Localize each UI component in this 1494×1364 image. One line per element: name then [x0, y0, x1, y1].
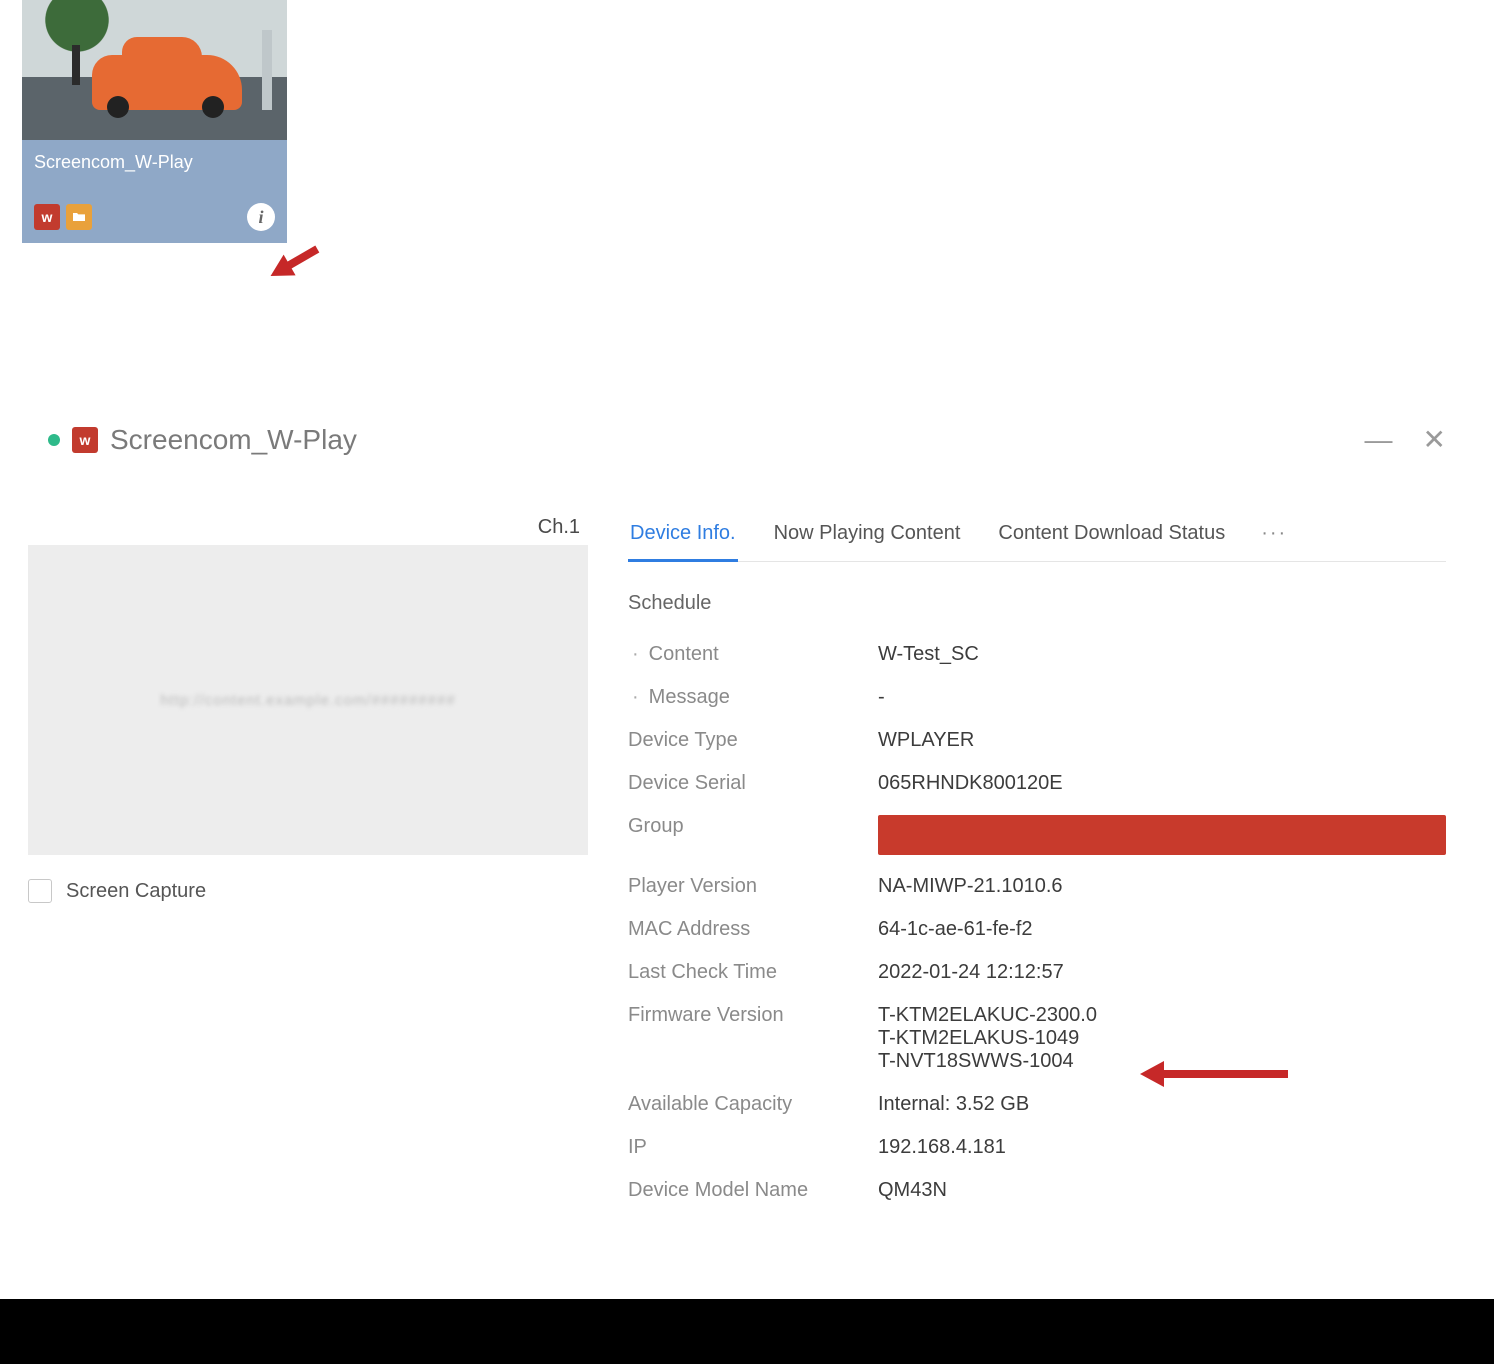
value-mac: 64-1c-ae-61-fe-f2 [878, 918, 1446, 941]
value-capacity: Internal: 3.52 GB [878, 1093, 1446, 1116]
detail-tabs: Device Info. Now Playing Content Content… [628, 516, 1446, 562]
device-thumbnail-title: Screencom_W-Play [22, 140, 287, 179]
tab-download-status[interactable]: Content Download Status [996, 516, 1227, 562]
label-last-check: Last Check Time [628, 961, 878, 984]
value-group [878, 815, 1446, 855]
value-device-serial: 065RHNDK800120E [878, 772, 1446, 795]
firmware-line-2: T-KTM2ELAKUS-1049 [878, 1027, 1446, 1050]
thumbnail-decoration [262, 30, 272, 110]
device-thumbnail-card[interactable]: Screencom_W-Play w i [22, 0, 287, 243]
folder-icon [66, 204, 92, 230]
player-type-badge: w [34, 204, 60, 230]
value-model: QM43N [878, 1179, 1446, 1202]
tab-device-info[interactable]: Device Info. [628, 516, 738, 562]
panel-header: w Screencom_W-Play — ✕ [18, 400, 1476, 476]
value-player-version: NA-MIWP-21.1010.6 [878, 875, 1446, 898]
firmware-line-1: T-KTM2ELAKUC-2300.0 [878, 1004, 1446, 1027]
label-player-version: Player Version [628, 875, 878, 898]
screen-capture-checkbox[interactable] [28, 879, 52, 903]
player-type-badge: w [72, 427, 98, 453]
value-message: - [878, 686, 1446, 709]
close-button[interactable]: ✕ [1423, 426, 1446, 454]
label-device-serial: Device Serial [628, 772, 878, 795]
label-ip: IP [628, 1136, 878, 1159]
label-message: Message [628, 686, 878, 709]
annotation-arrow [1158, 1070, 1288, 1078]
preview-placeholder: http://content.example.com/######### [160, 692, 455, 709]
label-device-type: Device Type [628, 729, 878, 752]
annotation-arrow [281, 246, 320, 273]
value-last-check: 2022-01-24 12:12:57 [878, 961, 1446, 984]
schedule-heading: Schedule [628, 592, 1446, 615]
panel-title: Screencom_W-Play [110, 424, 357, 456]
label-model: Device Model Name [628, 1179, 878, 1202]
value-content: W-Test_SC [878, 643, 1446, 666]
value-device-type: WPLAYER [878, 729, 1446, 752]
status-indicator [48, 434, 60, 446]
label-mac: MAC Address [628, 918, 878, 941]
label-capacity: Available Capacity [628, 1093, 878, 1116]
redacted-block [878, 815, 1446, 855]
label-group: Group [628, 815, 878, 838]
tab-more[interactable]: ··· [1261, 522, 1287, 555]
channel-label: Ch.1 [28, 516, 588, 539]
value-ip: 192.168.4.181 [878, 1136, 1446, 1159]
screen-capture-label: Screen Capture [66, 880, 206, 903]
label-firmware: Firmware Version [628, 1004, 878, 1027]
label-content: Content [628, 643, 878, 666]
screen-preview: http://content.example.com/######### [28, 545, 588, 855]
device-thumbnail-footer: w i [22, 179, 287, 243]
minimize-button[interactable]: — [1365, 426, 1393, 454]
thumbnail-decoration [92, 55, 242, 110]
info-icon[interactable]: i [247, 203, 275, 231]
device-detail-panel: w Screencom_W-Play — ✕ Ch.1 http://conte… [18, 400, 1476, 1299]
tab-now-playing[interactable]: Now Playing Content [772, 516, 963, 562]
device-thumbnail-image [22, 0, 287, 140]
